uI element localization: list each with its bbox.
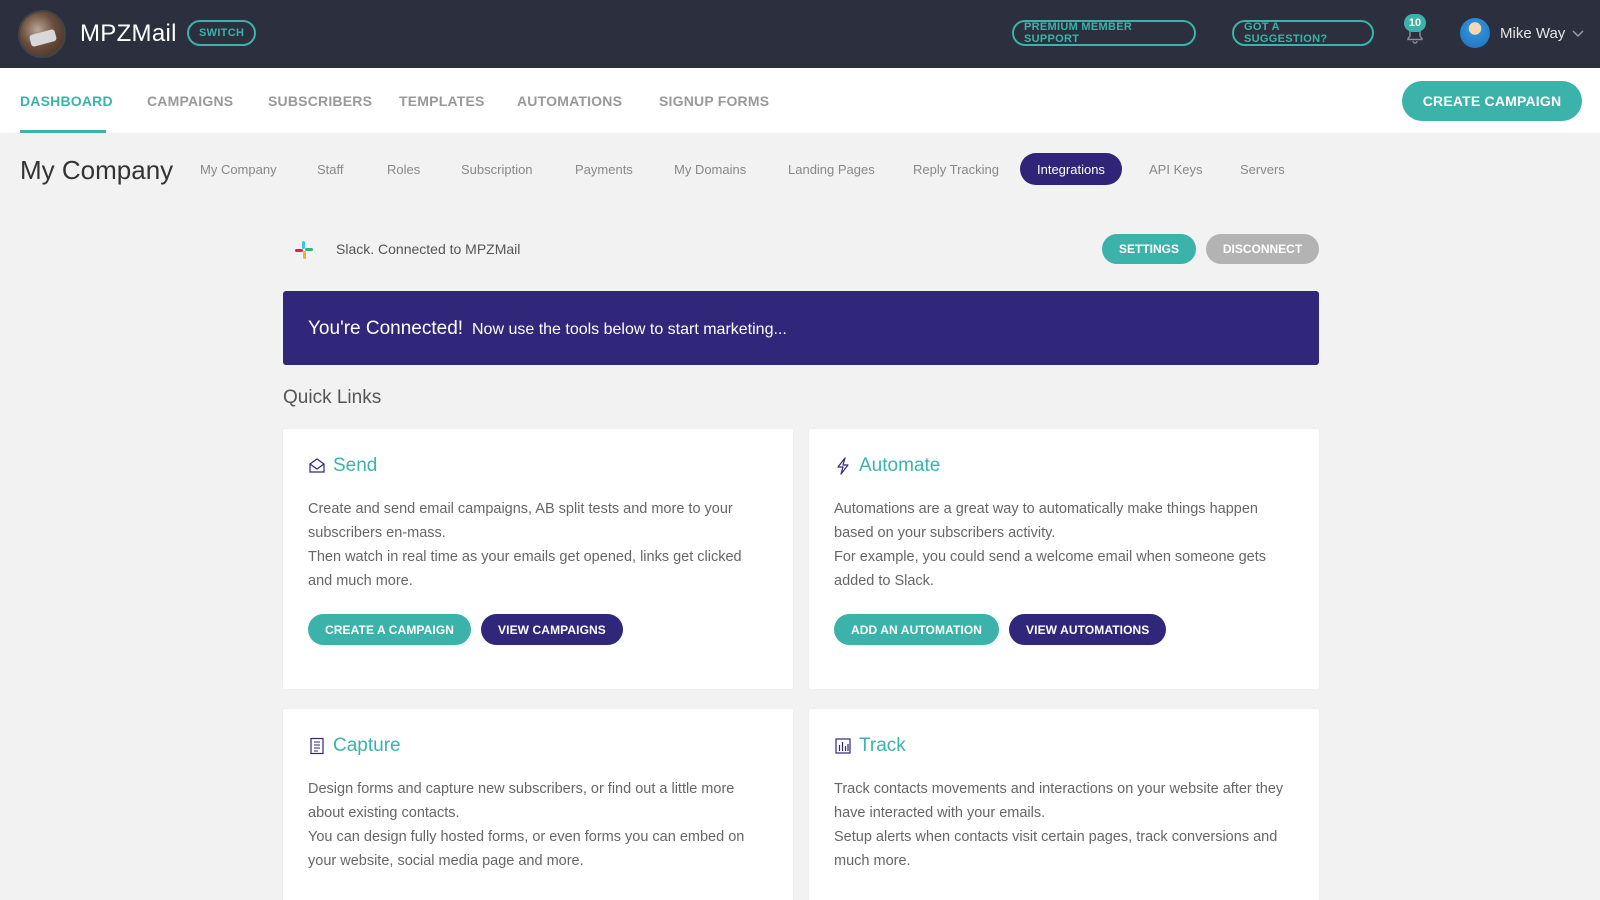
quick-links-title: Quick Links (283, 387, 382, 408)
tab-api-keys[interactable]: API Keys (1149, 162, 1202, 177)
tab-my-company[interactable]: My Company (200, 162, 277, 177)
tab-my-domains[interactable]: My Domains (674, 162, 746, 177)
description-line: your website, social media page and more… (308, 853, 584, 869)
create-campaign-button[interactable]: CREATE CAMPAIGN (1402, 81, 1582, 121)
chevron-down-icon[interactable] (1572, 28, 1584, 38)
nav-automations[interactable]: AUTOMATIONS (517, 93, 622, 109)
tab-roles[interactable]: Roles (387, 162, 420, 177)
brand-name: MPZMail (80, 20, 177, 47)
description-line: For example, you could send a welcome em… (834, 549, 1267, 565)
nav-dashboard[interactable]: DASHBOARD (20, 93, 113, 109)
card-capture: Capture Design forms and capture new sub… (283, 709, 793, 900)
description-line: and much more. (308, 573, 413, 589)
description-line: Design forms and capture new subscribers… (308, 781, 735, 797)
tab-subscription[interactable]: Subscription (461, 162, 533, 177)
page-title: My Company (20, 155, 174, 185)
banner-title: You're Connected! (308, 318, 464, 339)
nav-subscribers[interactable]: SUBSCRIBERS (268, 93, 372, 109)
card-description: Automations are a great way to automatic… (834, 497, 1294, 593)
form-icon (310, 737, 324, 755)
card-send: Send Create and send email campaigns, AB… (283, 429, 793, 689)
card-automate: Automate Automations are a great way to … (809, 429, 1319, 689)
description-line: much more. (834, 853, 911, 869)
premium-support-button[interactable]: PREMIUM MEMBER SUPPORT (1012, 20, 1196, 46)
description-line: Track contacts movements and interaction… (834, 781, 1284, 797)
tab-staff[interactable]: Staff (317, 162, 344, 177)
connected-banner: You're Connected! Now use the tools belo… (283, 291, 1319, 365)
nav-templates[interactable]: TEMPLATES (399, 93, 485, 109)
switch-button[interactable]: SWITCH (187, 20, 257, 46)
active-nav-indicator (20, 130, 106, 133)
card-title: Automate (859, 455, 941, 476)
tab-integrations[interactable]: Integrations (1020, 153, 1122, 185)
nav-signup-forms[interactable]: SIGNUP FORMS (659, 93, 769, 109)
create-a-campaign-button[interactable]: CREATE A CAMPAIGN (308, 614, 472, 645)
description-line: Automations are a great way to automatic… (834, 501, 1258, 517)
card-title: Send (333, 455, 378, 476)
user-name[interactable]: Mike Way (1500, 25, 1565, 42)
view-automations-button[interactable]: VIEW AUTOMATIONS (1009, 614, 1167, 645)
description-line: Setup alerts when contacts visit certain… (834, 829, 1278, 845)
integration-status: Slack. Connected to MPZMail (336, 241, 521, 257)
description-line: added to Slack. (834, 573, 934, 589)
description-line: have interacted with your emails. (834, 805, 1046, 821)
notification-badge: 10 (1404, 14, 1426, 32)
bar-chart-icon (835, 738, 851, 754)
tab-payments[interactable]: Payments (575, 162, 633, 177)
description-line: subscribers en-mass. (308, 525, 446, 541)
suggestion-button[interactable]: GOT A SUGGESTION? (1232, 20, 1374, 46)
description-line: Then watch in real time as your emails g… (308, 549, 742, 565)
main-navigation: DASHBOARD CAMPAIGNS SUBSCRIBERS TEMPLATE… (0, 68, 1600, 133)
card-description: Create and send email campaigns, AB spli… (308, 497, 768, 593)
card-track: Track Track contacts movements and inter… (809, 709, 1319, 900)
brand-logo[interactable] (18, 10, 66, 58)
tab-landing-pages[interactable]: Landing Pages (788, 162, 875, 177)
card-description: Design forms and capture new subscribers… (308, 777, 768, 873)
add-an-automation-button[interactable]: ADD AN AUTOMATION (834, 614, 1000, 645)
top-bar: MPZMail SWITCH PREMIUM MEMBER SUPPORT GO… (0, 0, 1600, 68)
card-title: Capture (333, 735, 401, 756)
banner-subtitle: Now use the tools below to start marketi… (472, 321, 787, 338)
nav-campaigns[interactable]: CAMPAIGNS (147, 93, 233, 109)
card-description: Track contacts movements and interaction… (834, 777, 1294, 873)
envelope-icon (309, 458, 325, 473)
tab-reply-tracking[interactable]: Reply Tracking (913, 162, 999, 177)
description-line: based on your subscribers activity. (834, 525, 1056, 541)
disconnect-button[interactable]: DISCONNECT (1206, 234, 1319, 264)
settings-button[interactable]: SETTINGS (1102, 234, 1196, 264)
card-title: Track (859, 735, 906, 756)
tab-servers[interactable]: Servers (1240, 162, 1285, 177)
description-line: Create and send email campaigns, AB spli… (308, 501, 733, 517)
lightning-icon (837, 457, 849, 475)
avatar[interactable] (1460, 18, 1490, 48)
description-line: You can design fully hosted forms, or ev… (308, 829, 745, 845)
slack-icon (295, 241, 313, 259)
view-campaigns-button[interactable]: VIEW CAMPAIGNS (481, 614, 623, 645)
description-line: about existing contacts. (308, 805, 460, 821)
